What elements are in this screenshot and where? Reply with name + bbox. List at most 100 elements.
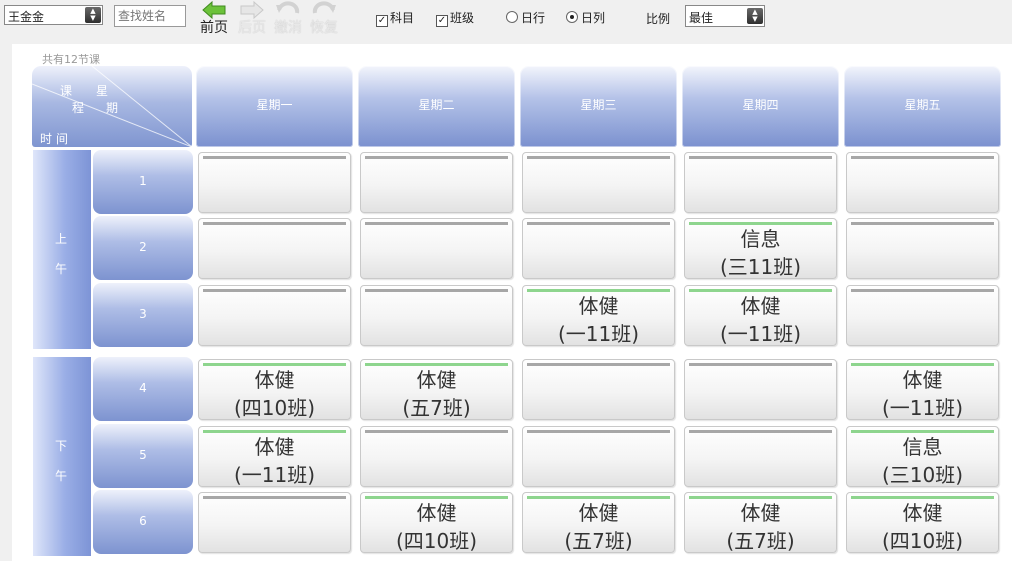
day-header-1: 星期一	[196, 66, 353, 147]
period-label-6: 6	[93, 490, 193, 554]
lesson-class: (一11班)	[881, 396, 964, 420]
undo-button[interactable]: 撤消	[270, 0, 306, 40]
empty-lesson-cell[interactable]	[198, 492, 351, 553]
lesson-subject: 体健	[902, 501, 943, 525]
lesson-subject: 信息	[902, 435, 943, 459]
radio-off-icon	[506, 11, 518, 23]
cell-top-bar	[851, 289, 994, 292]
day-row-radio[interactable]: 日行	[506, 9, 545, 26]
search-name-input[interactable]	[114, 5, 186, 27]
corner-text-6: 间	[56, 132, 69, 146]
corner-text-5: 时	[40, 132, 53, 146]
lesson-subject: 体健	[578, 294, 619, 318]
class-checkbox[interactable]: ✓ 班级	[436, 9, 474, 27]
lesson-subject: 信息	[740, 227, 781, 251]
lesson-class: (一11班)	[233, 463, 316, 487]
day-row-radio-label: 日行	[521, 11, 546, 25]
scale-dropdown-arrow-icon[interactable]: ▲ ▼	[747, 8, 763, 24]
empty-lesson-cell[interactable]	[846, 218, 999, 279]
next-page-button[interactable]: 后页	[234, 0, 270, 40]
next-page-label: 后页	[238, 20, 266, 36]
lesson-cell[interactable]: 体健 (一11班)	[522, 285, 675, 346]
day-col-radio[interactable]: 日列	[566, 9, 605, 26]
lesson-cell[interactable]: 体健 (四10班)	[198, 359, 351, 420]
cell-top-bar	[203, 156, 346, 159]
cell-top-bar	[527, 156, 670, 159]
checkmark-icon: ✓	[376, 15, 388, 27]
cell-top-bar	[365, 430, 508, 433]
empty-lesson-cell[interactable]	[522, 152, 675, 213]
lesson-subject: 体健	[902, 368, 943, 392]
prev-page-button[interactable]: 前页	[196, 0, 232, 40]
empty-lesson-cell[interactable]	[360, 218, 513, 279]
cell-top-bar	[365, 289, 508, 292]
lesson-cell[interactable]: 体健 (四10班)	[360, 492, 513, 553]
class-checkbox-label: 班级	[450, 11, 475, 25]
lesson-cell[interactable]: 体健 (四10班)	[846, 492, 999, 553]
afternoon-label-char-2: 午	[55, 469, 68, 483]
teacher-dropdown-arrow-icon[interactable]: ▲ ▼	[85, 7, 101, 23]
redo-button[interactable]: 恢复	[306, 0, 342, 40]
empty-lesson-cell[interactable]	[522, 359, 675, 420]
corner-text-4: 期	[106, 101, 119, 115]
lesson-text: 信息 (三11班)	[685, 225, 836, 279]
lesson-cell[interactable]: 体健 (五7班)	[684, 492, 837, 553]
lesson-text: 体健 (一11班)	[523, 292, 674, 345]
corner-text-1: 课	[60, 84, 73, 98]
lesson-class: (三10班)	[881, 463, 964, 487]
empty-lesson-cell[interactable]	[684, 359, 837, 420]
corner-text-2: 星	[96, 84, 109, 98]
lesson-cell[interactable]: 体健 (一11班)	[684, 285, 837, 346]
empty-lesson-cell[interactable]	[360, 285, 513, 346]
empty-lesson-cell[interactable]	[360, 426, 513, 487]
lesson-text: 体健 (一11班)	[685, 292, 836, 345]
empty-lesson-cell[interactable]	[522, 426, 675, 487]
cell-top-bar	[851, 156, 994, 159]
subject-checkbox[interactable]: ✓ 科目	[376, 9, 414, 27]
period-label-1: 1	[93, 150, 193, 214]
period-label-4: 4	[93, 357, 193, 421]
lesson-cell[interactable]: 体健 (五7班)	[522, 492, 675, 553]
empty-lesson-cell[interactable]	[198, 218, 351, 279]
cell-top-bar	[527, 363, 670, 366]
empty-lesson-cell[interactable]	[684, 152, 837, 213]
day-header-3: 星期三	[520, 66, 677, 147]
empty-lesson-cell[interactable]	[198, 285, 351, 346]
lesson-class: (四10班)	[233, 396, 316, 420]
lesson-class: (五7班)	[564, 529, 633, 553]
lesson-subject: 体健	[416, 501, 457, 525]
empty-lesson-cell[interactable]	[684, 426, 837, 487]
scale-select[interactable]: 最佳 ▲ ▼	[685, 5, 765, 27]
teacher-select[interactable]: 王金金 ▲ ▼	[4, 5, 103, 25]
lesson-text: 体健 (四10班)	[361, 499, 512, 552]
lesson-cell[interactable]: 信息 (三10班)	[846, 426, 999, 487]
day-header-4: 星期四	[682, 66, 839, 147]
radio-on-icon	[566, 11, 578, 23]
undo-label: 撤消	[274, 20, 302, 36]
empty-lesson-cell[interactable]	[846, 152, 999, 213]
lesson-cell[interactable]: 信息 (三11班)	[684, 218, 837, 279]
empty-lesson-cell[interactable]	[522, 218, 675, 279]
lesson-text: 体健 (五7班)	[361, 366, 512, 419]
subject-checkbox-label: 科目	[390, 11, 415, 25]
lesson-text: 体健 (四10班)	[847, 499, 998, 552]
lesson-subject: 体健	[416, 368, 457, 392]
cell-top-bar	[365, 222, 508, 225]
morning-label: 上 午	[33, 150, 91, 349]
lesson-class: (三11班)	[719, 255, 802, 279]
empty-lesson-cell[interactable]	[360, 152, 513, 213]
lesson-cell[interactable]: 体健 (五7班)	[360, 359, 513, 420]
corner-text-3: 程	[72, 101, 85, 115]
afternoon-label: 下 午	[33, 357, 91, 556]
day-col-radio-label: 日列	[581, 11, 606, 25]
lesson-cell[interactable]: 体健 (一11班)	[846, 359, 999, 420]
prev-page-label: 前页	[200, 20, 228, 36]
day-header-2: 星期二	[358, 66, 515, 147]
empty-lesson-cell[interactable]	[198, 152, 351, 213]
period-label-2: 2	[93, 216, 193, 280]
lesson-text: 体健 (一11班)	[847, 366, 998, 420]
cell-top-bar	[527, 222, 670, 225]
lesson-subject: 体健	[254, 435, 295, 459]
lesson-cell[interactable]: 体健 (一11班)	[198, 426, 351, 487]
empty-lesson-cell[interactable]	[846, 285, 999, 346]
